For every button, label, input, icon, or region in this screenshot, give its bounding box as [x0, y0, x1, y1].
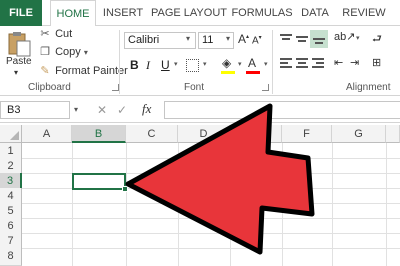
grid-line	[22, 233, 400, 234]
row-header[interactable]: 7	[0, 233, 22, 249]
insert-function-button[interactable]: fx	[142, 101, 151, 117]
tab-formulas[interactable]: FORMULAS	[230, 0, 294, 26]
decrease-indent-icon[interactable]: ⇤	[334, 56, 343, 69]
copy-icon: ❐	[40, 46, 50, 58]
increase-indent-icon[interactable]: ⇥	[350, 56, 359, 69]
ribbon-tab-bar: FILE HOME INSERT PAGE LAYOUT FORMULAS DA…	[0, 0, 400, 27]
font-group-label: Font	[184, 82, 205, 93]
row-header-selected[interactable]: 3	[0, 173, 22, 189]
scissors-icon: ✂	[40, 28, 50, 40]
bold-button[interactable]: B	[130, 58, 139, 72]
row-header[interactable]: 6	[0, 218, 22, 234]
ribbon-home-panel: Paste ▾ ✂ Cut ❐ Copy ▾ ✎ Format Painter …	[0, 26, 400, 96]
row-header[interactable]: 2	[0, 158, 22, 174]
font-color-button[interactable]: A	[248, 56, 256, 70]
chevron-down-icon[interactable]: ▾	[174, 60, 178, 68]
worksheet-grid[interactable]: A B C D E F G 1 2 3 4 5 6 7 8	[0, 125, 400, 266]
select-all-icon	[10, 131, 19, 140]
column-header[interactable]: C	[126, 125, 178, 143]
paste-label: Paste	[6, 56, 32, 67]
copy-button[interactable]: ❐ Copy ▾	[38, 44, 88, 60]
chevron-down-icon[interactable]: ▾	[238, 60, 242, 68]
fill-color-swatch	[221, 71, 235, 74]
grid-line	[22, 158, 400, 159]
chevron-down-icon[interactable]: ▾	[264, 60, 268, 68]
chevron-down-icon[interactable]: ▾	[226, 34, 230, 43]
check-icon[interactable]: ✓	[117, 103, 127, 117]
formula-bar: B3 ▾ ✕ ✓ fx	[0, 97, 400, 123]
copy-label: Copy	[55, 46, 81, 58]
tab-data[interactable]: DATA	[296, 0, 334, 26]
grow-font-icon[interactable]: A▴	[238, 32, 249, 46]
clipboard-launcher-icon[interactable]	[112, 84, 119, 91]
select-all-button[interactable]	[0, 125, 22, 143]
fill-color-icon[interactable]: ◈	[222, 56, 231, 70]
column-header[interactable]: E	[230, 125, 282, 143]
chevron-down-icon[interactable]: ▾	[74, 105, 78, 114]
column-header[interactable]: F	[282, 125, 332, 143]
tab-page-layout[interactable]: PAGE LAYOUT	[150, 0, 228, 26]
chevron-down-icon: ▾	[14, 68, 19, 77]
fill-handle[interactable]	[122, 186, 128, 192]
grid-line	[22, 218, 400, 219]
cut-label: Cut	[55, 28, 73, 40]
alignment-group-label: Alignment	[346, 82, 391, 93]
shrink-font-icon[interactable]: A▾	[252, 34, 262, 46]
format-painter-label: Format Painter	[55, 65, 128, 77]
tab-file[interactable]: FILE	[0, 0, 42, 26]
row-header[interactable]: 1	[0, 143, 22, 159]
chevron-down-icon: ▾	[83, 48, 88, 57]
wrap-text-icon[interactable]: ⮐	[372, 30, 382, 49]
format-painter-button[interactable]: ✎ Format Painter	[38, 63, 128, 79]
column-header-selected[interactable]: B	[72, 125, 126, 143]
orientation-icon[interactable]: ab↗	[334, 30, 355, 43]
row-header[interactable]: 5	[0, 203, 22, 219]
chevron-down-icon[interactable]: ▾	[356, 34, 360, 42]
column-header[interactable]: A	[22, 125, 72, 143]
group-divider	[119, 30, 120, 94]
underline-button[interactable]: U	[161, 58, 170, 72]
tab-insert[interactable]: INSERT	[100, 0, 146, 26]
merge-center-icon[interactable]: ⊞	[372, 56, 381, 69]
cut-button[interactable]: ✂ Cut	[38, 26, 72, 42]
column-header[interactable]: G	[332, 125, 386, 143]
grid-line	[22, 203, 400, 204]
column-header[interactable]: D	[178, 125, 230, 143]
clipboard-group-label: Clipboard	[28, 82, 71, 93]
paintbrush-icon: ✎	[40, 65, 50, 77]
chevron-down-icon[interactable]: ▾	[203, 60, 207, 68]
font-color-swatch	[246, 71, 260, 74]
font-launcher-icon[interactable]	[262, 84, 269, 91]
grid-line	[22, 248, 400, 249]
borders-icon[interactable]	[186, 59, 199, 72]
align-bottom-icon[interactable]	[310, 30, 328, 48]
tab-review[interactable]: REVIEW	[338, 0, 390, 26]
active-cell-b3[interactable]	[72, 173, 126, 190]
row-header[interactable]: 8	[0, 248, 22, 266]
chevron-down-icon[interactable]: ▾	[186, 34, 190, 43]
tab-home[interactable]: HOME	[50, 0, 96, 27]
column-header[interactable]	[386, 125, 400, 143]
formula-input[interactable]	[164, 101, 400, 119]
paste-icon	[8, 32, 31, 57]
row-header[interactable]: 4	[0, 188, 22, 204]
italic-button[interactable]: I	[146, 58, 150, 73]
cancel-icon[interactable]: ✕	[97, 103, 107, 117]
name-box[interactable]: B3	[0, 101, 70, 119]
group-divider	[272, 30, 273, 94]
